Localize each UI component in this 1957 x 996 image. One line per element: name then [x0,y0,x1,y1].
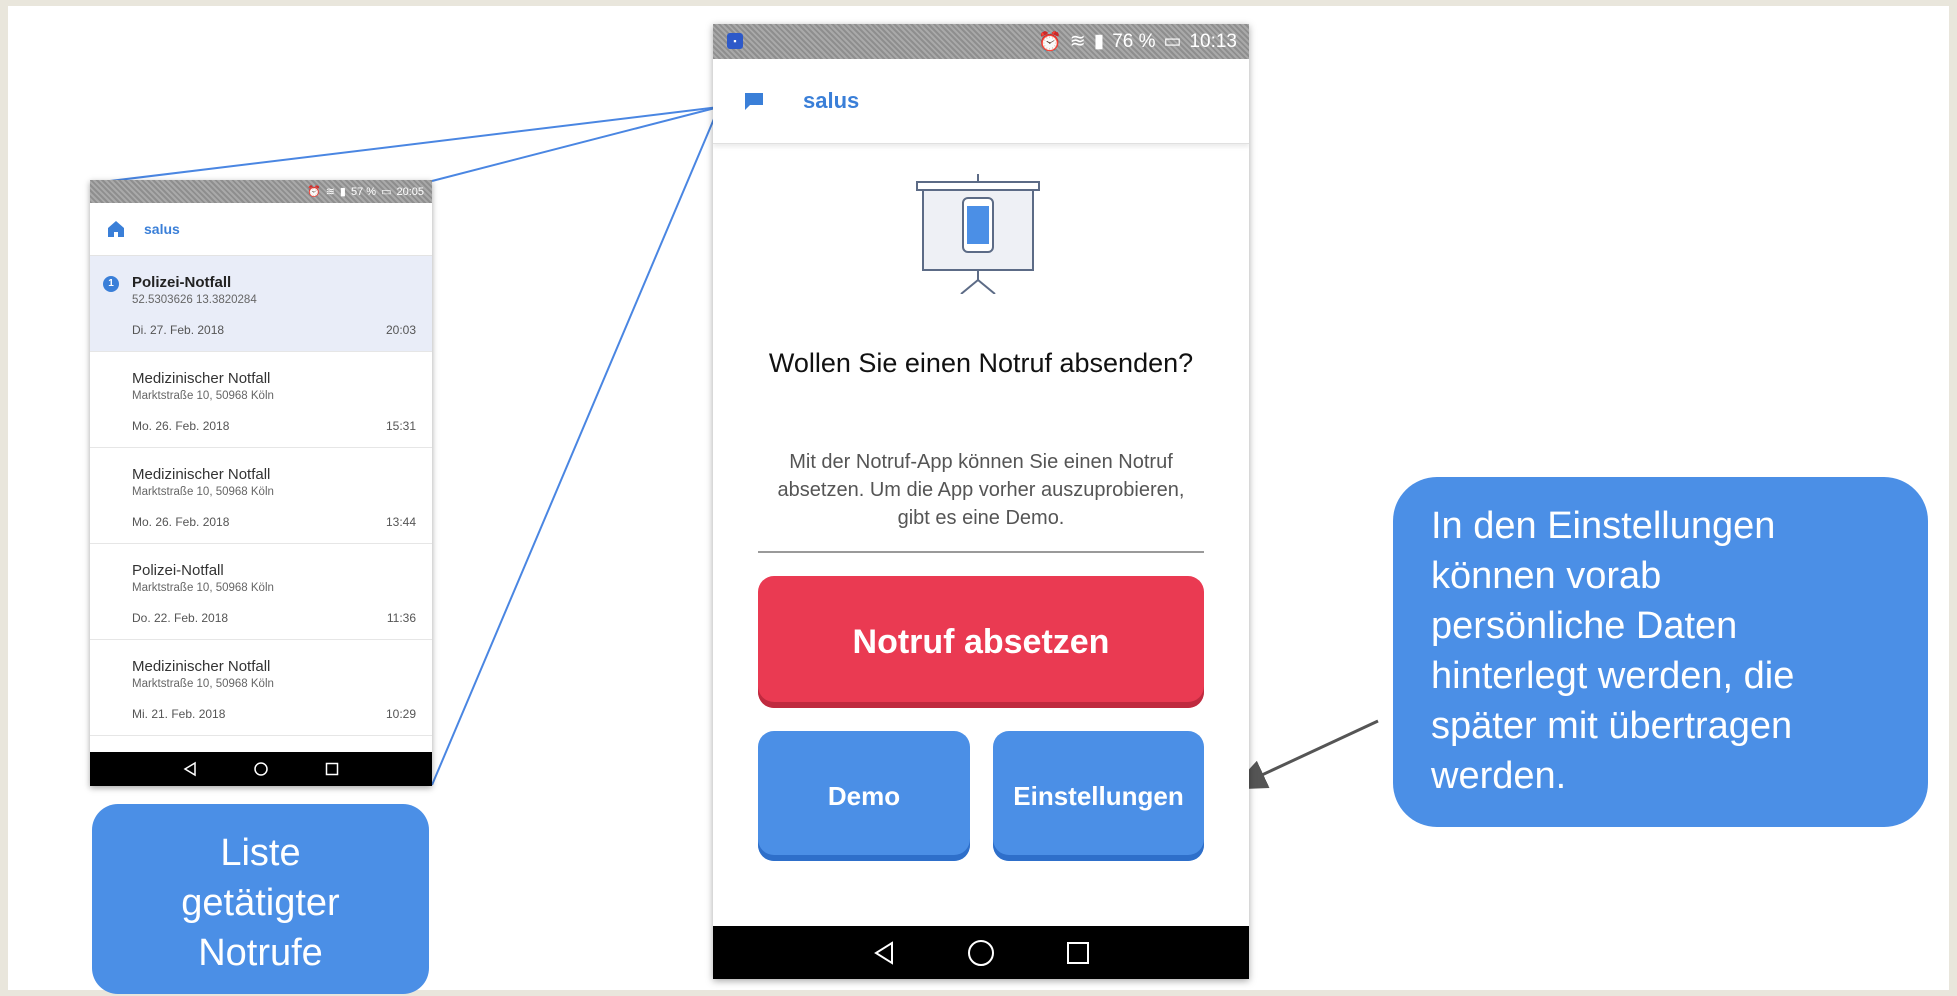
call-location: Marktstraße 10, 50968 Köln [132,678,274,690]
divider [758,551,1204,553]
call-time: 15:31 [385,419,416,433]
android-nav-bar [90,752,432,786]
list-item[interactable]: Medizinischer Notfall Marktstraße 10, 50… [90,352,432,448]
list-item[interactable]: 1 Polizei-Notfall 52.5303626 13.3820284 … [90,256,432,352]
demo-button[interactable]: Demo [758,731,970,861]
battery-icon: ▭ [1163,31,1182,52]
recents-icon[interactable] [1065,940,1091,966]
notification-icon: ▪ [727,33,743,49]
settings-button[interactable]: Einstellungen [993,731,1204,861]
app-bar: salus [90,203,432,256]
call-location: Marktstraße 10, 50968 Köln [132,390,274,402]
call-time: 11:36 [386,611,416,625]
callout-call-history: Liste getätigter Notrufe [92,804,429,994]
call-date: Di. 27. Feb. 2018 [132,323,225,337]
list-item[interactable]: Medizinischer Notfall Marktstraße 10, 50… [90,640,432,736]
callout-settings-info: In den Einstellungen können vorab persön… [1393,477,1928,827]
call-time: 10:29 [385,707,416,721]
home-icon[interactable] [106,219,126,239]
call-title: Medizinischer Notfall [132,658,271,675]
call-list: 1 Polizei-Notfall 52.5303626 13.3820284 … [90,256,432,736]
callout-line: später mit übertragen [1431,705,1793,747]
list-item[interactable]: Medizinischer Notfall Marktstraße 10, 50… [90,448,432,544]
list-item[interactable]: Polizei-Notfall Marktstraße 10, 50968 Kö… [90,544,432,640]
android-nav-bar [713,926,1249,979]
back-icon[interactable] [871,940,897,966]
presentation-phone-icon [916,174,1040,294]
call-time: 20:03 [385,323,416,337]
main-phone: ▪ ⏰ ≋ ▮ 76 % ▭ 10:13 salus Wollen Sie ei… [713,24,1249,979]
callout-line: In den Einstellungen [1431,505,1776,547]
battery-icon: ▭ [381,186,392,198]
connector-line-top-left [109,106,720,182]
call-date: Do. 22. Feb. 2018 [132,611,229,625]
call-time: 13:44 [385,515,416,529]
call-title: Polizei-Notfall [132,274,232,291]
call-date: Mi. 21. Feb. 2018 [132,707,226,721]
wifi-icon: ≋ [325,186,335,198]
home-circle-icon[interactable] [967,939,995,967]
call-title: Polizei-Notfall [132,562,224,579]
battery-level: 57 % [350,185,377,198]
home-circle-icon[interactable] [253,761,269,777]
call-date: Mo. 26. Feb. 2018 [132,419,230,433]
emergency-call-button[interactable]: Notruf absetzen [758,576,1204,708]
callout-line: persönliche Daten [1431,605,1738,647]
call-location: Marktstraße 10, 50968 Köln [132,486,274,498]
info-text: Mit der Notruf-App können Sie einen Notr… [777,451,1185,529]
wifi-icon: ≋ [1069,31,1086,52]
callout-line: Notrufe [198,932,323,974]
alarm-icon: ⏰ [1038,31,1062,53]
callout-line: hinterlegt werden, die [1431,655,1795,697]
app-brand: salus [144,221,180,237]
call-title: Medizinischer Notfall [132,466,271,483]
battery-level: 76 % [1112,30,1156,52]
call-title: Medizinischer Notfall [132,370,271,387]
chat-icon[interactable] [743,90,765,112]
app-bar: salus [713,59,1249,144]
callout-line: getätigter [181,882,340,924]
back-icon[interactable] [182,761,198,777]
connector-line-top-right [431,106,720,182]
clock: 20:05 [396,185,424,198]
call-location: Marktstraße 10, 50968 Köln [132,582,274,594]
callout-line: Liste [220,832,301,874]
call-location: 52.5303626 13.3820284 [132,294,257,306]
signal-icon: ▮ [1093,31,1105,52]
signal-icon: ▮ [339,186,346,198]
question-heading: Wollen Sie einen Notruf absenden? [768,348,1194,378]
app-brand: salus [803,88,860,113]
callout-line: werden. [1431,755,1567,797]
callout-line: können vorab [1431,555,1662,597]
call-date: Mo. 26. Feb. 2018 [132,515,230,529]
connector-line-bottom [431,106,720,786]
status-bar: ⏰ ≋ ▮ 57 % ▭ 20:05 [90,180,432,203]
arrow-to-settings [1230,719,1379,790]
status-bar: ▪ ⏰ ≋ ▮ 76 % ▭ 10:13 [713,24,1249,59]
unread-badge: 1 [103,276,119,292]
recents-icon[interactable] [324,761,340,777]
clock: 10:13 [1189,30,1237,52]
call-history-phone: ⏰ ≋ ▮ 57 % ▭ 20:05 salus 1 Polizei-Notfa… [90,180,432,786]
alarm-icon: ⏰ [307,186,321,198]
